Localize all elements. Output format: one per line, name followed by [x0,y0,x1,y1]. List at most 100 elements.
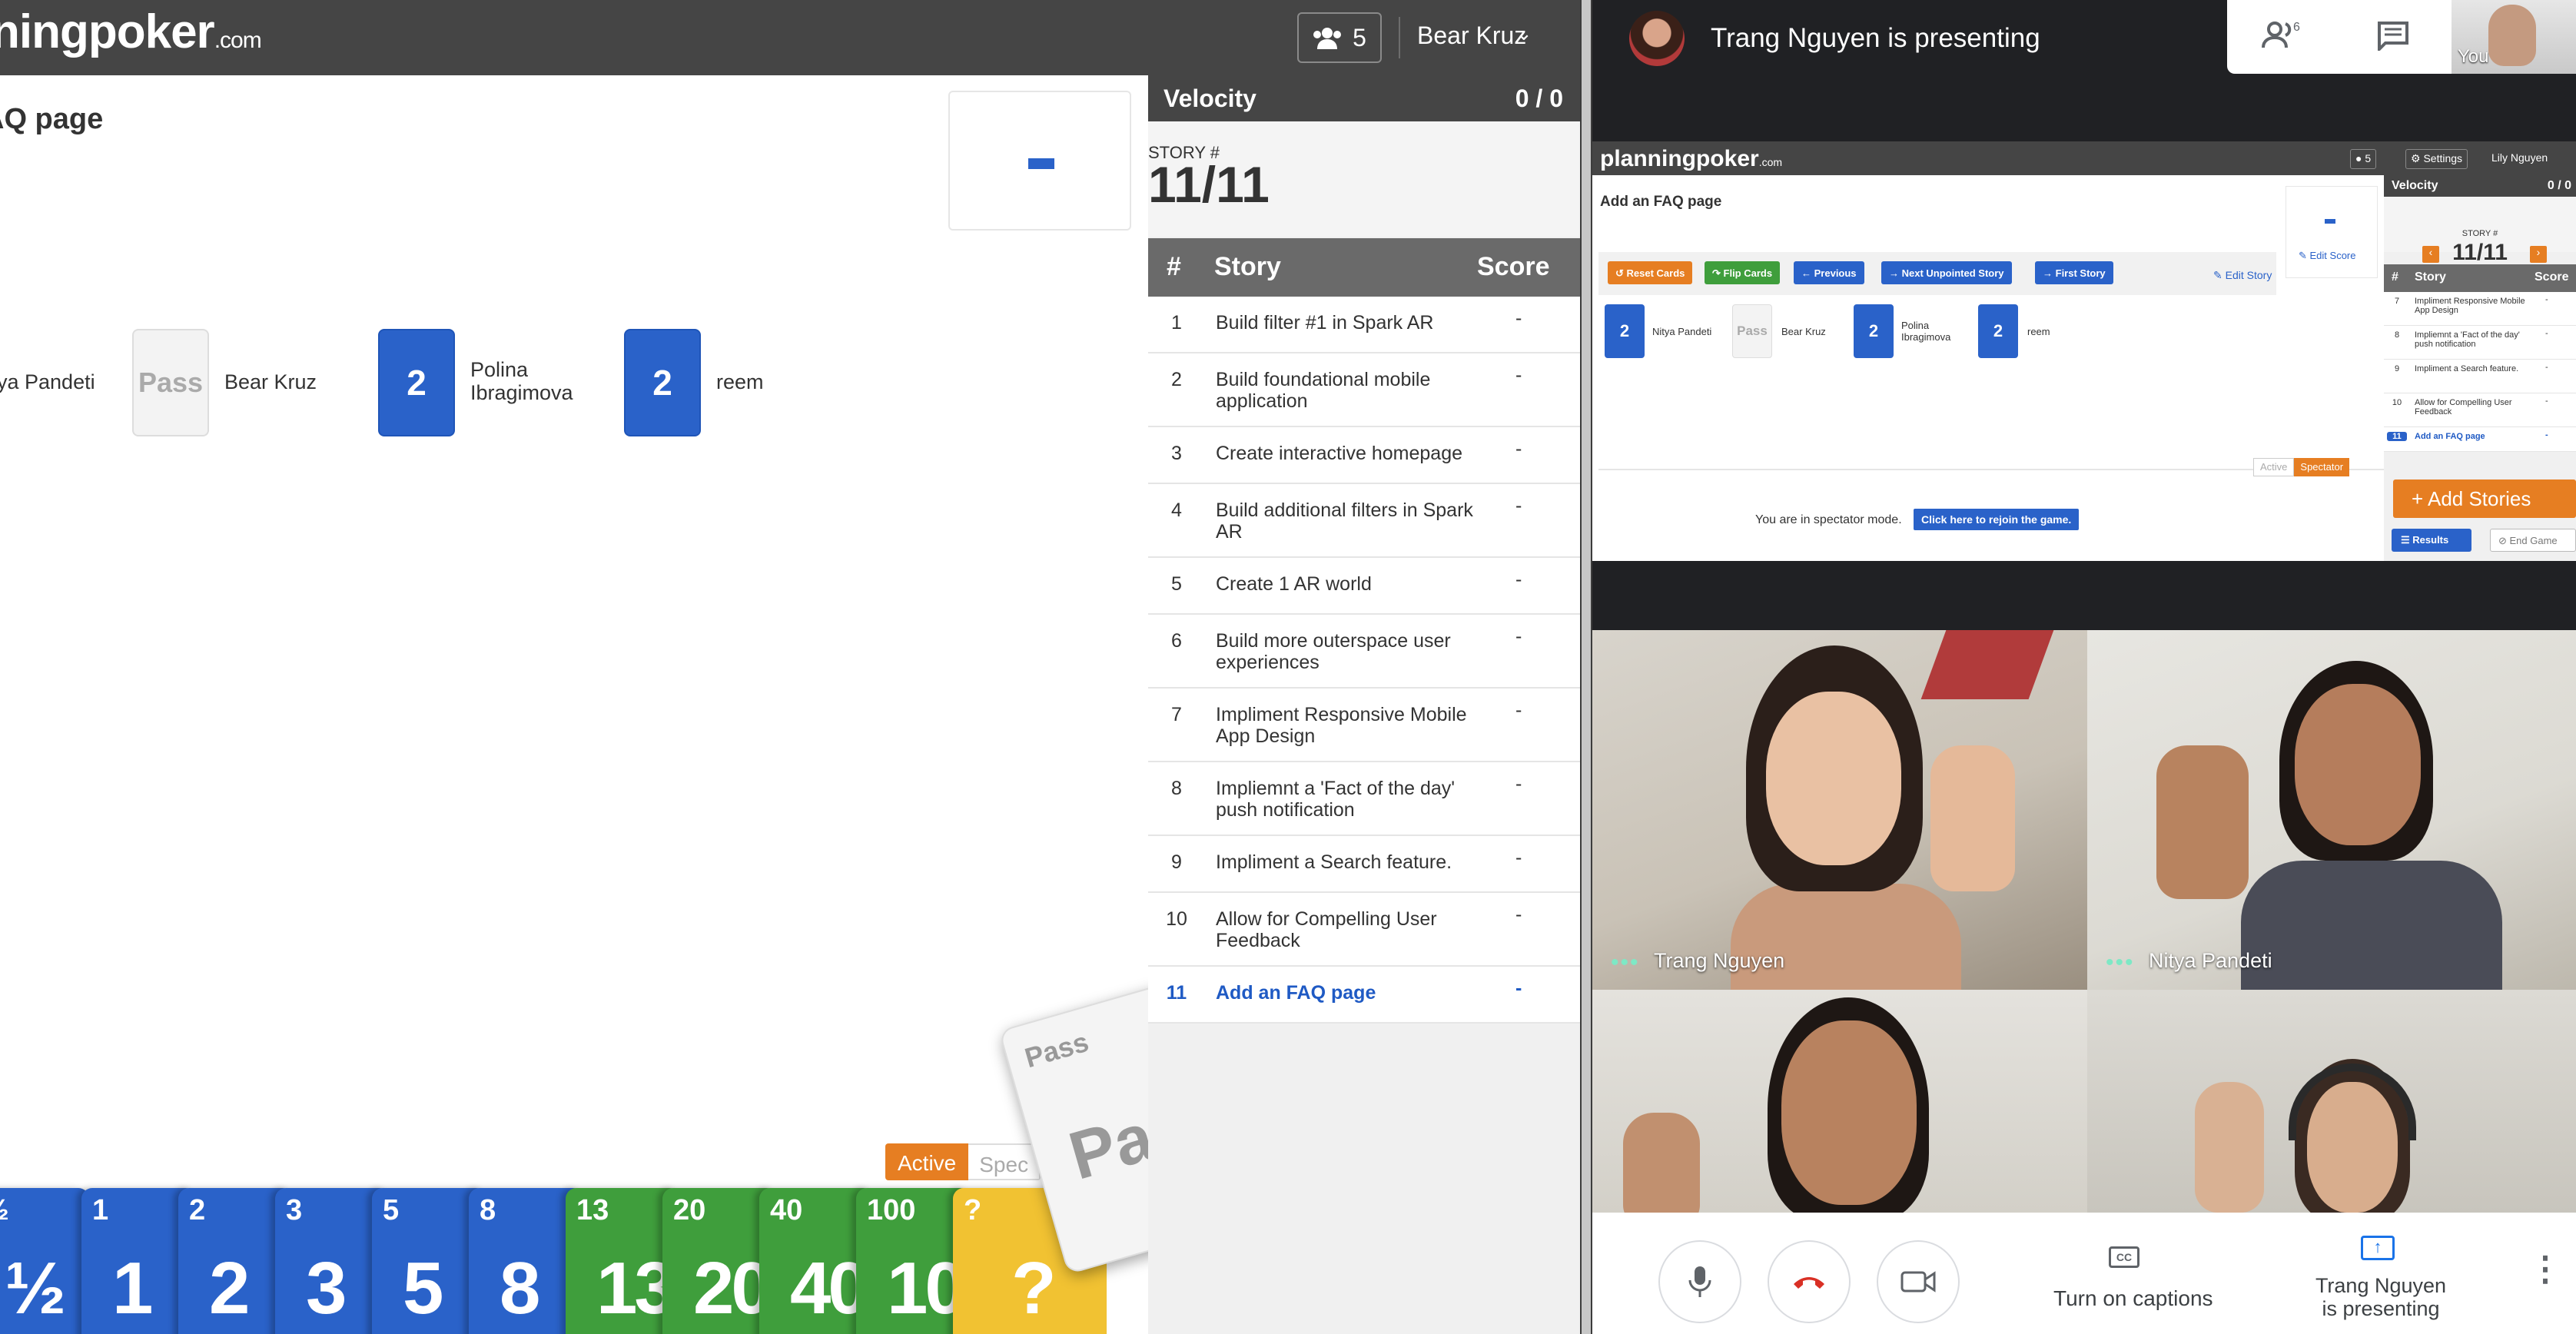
mode-toggle[interactable]: Active Spec [885,1143,1041,1180]
velocity-bar: Velocity 0 / 0 [1148,75,1580,121]
present-screen-icon[interactable]: ↑ [2361,1236,2395,1260]
shared-story-number: ‹ STORY # 11/11 › [2384,197,2576,265]
people-icon[interactable]: 6 [2261,20,2307,54]
story-row[interactable]: 7 Impliment Responsive Mobile App Design - [1148,689,1580,762]
player-name: Bear Kruz [224,370,317,393]
participant-tile[interactable]: ••• Trang Nguyen [1592,630,2087,990]
phone-hangup-icon [1794,1277,1824,1289]
participant-tile[interactable] [2087,990,2576,1213]
shared-player-card: 2 [1605,304,1645,358]
reset-cards-button: ↺ Reset Cards [1608,261,1693,284]
shared-story-row: 10 Allow for Compelling User Feedback - [2384,393,2576,427]
player-card: Pass [132,329,209,436]
header-num: # [1167,252,1181,281]
chat-icon[interactable] [2376,20,2415,54]
velocity-value: 0 / 0 [1515,85,1563,112]
shared-player-name: Nitya Pandeti [1652,326,1712,337]
story-title: AQ page [0,103,104,135]
shared-player-name: Polina Ibragimova [1901,320,1951,343]
header-story: Story [1214,252,1281,281]
chevron-down-icon[interactable]: ⌄ [1515,22,1532,45]
captions-button[interactable]: Turn on captions [2053,1286,2213,1311]
flip-cards-button: ↷ Flip Cards [1705,261,1781,284]
story-row[interactable]: 1 Build filter #1 in Spark AR - [1148,297,1580,353]
shared-story-row: 8 Impliemnt a 'Fact of the day' push noti… [2384,326,2576,360]
shared-story-row: 7 Impliment Responsive Mobile App Design - [2384,292,2576,326]
deck-card[interactable]: ½½ [0,1188,89,1334]
shared-player-name: Bear Kruz [1781,326,1826,337]
velocity-label: Velocity [1164,85,1256,112]
active-mode-button[interactable]: Active [885,1143,969,1180]
score-dash [1028,158,1054,169]
shared-story-row: 9 Impliment a Search feature. - [2384,360,2576,393]
shared-mode-toggle: Active Spectator [2253,458,2350,476]
logo[interactable]: ningpoker.com [0,5,262,59]
shared-story-table-header: # Story Score [2384,264,2576,292]
player-card: 2 [624,329,701,436]
more-options-icon[interactable]: ⋮ [2528,1249,2562,1289]
shared-score-dash [2325,219,2335,224]
players-count: 5 [1353,23,1366,51]
shared-sidebar: Velocity 0 / 0 ‹ STORY # 11/11 › # Story… [2384,175,2576,561]
story-row[interactable]: 10 Allow for Compelling User Feedback - [1148,893,1580,967]
participant-tile[interactable] [1592,990,2087,1213]
story-row[interactable]: 9 Impliment a Search feature. - [1148,836,1580,893]
planning-poker-app: ningpoker.com 5 Bear Kruz ⌄ AQ page ya P… [0,0,1580,1334]
shared-user-menu: Lily Nguyen [2491,151,2548,164]
score-box [948,91,1131,231]
presenting-status[interactable]: Trang Nguyen is presenting [2312,1274,2450,1320]
chevron-right-icon: › [2530,246,2547,263]
captions-icon[interactable]: CC [2109,1246,2139,1268]
shared-app-header: planningpoker.com ● 5 ⚙ Settings Lily Ng… [1592,141,2576,175]
microphone-button[interactable] [1658,1240,1741,1323]
story-row[interactable]: 8 Impliemnt a 'Fact of the day' push noti… [1148,762,1580,836]
shared-score-box: ✎ Edit Score [2286,186,2378,278]
participant-name: Trang Nguyen [1654,949,1785,972]
avatar [1629,11,1685,66]
shared-players-button: ● 5 [2350,149,2377,169]
participant-tile[interactable]: ••• Nitya Pandeti [2087,630,2576,990]
user-menu[interactable]: Bear Kruz [1417,22,1526,50]
header-score: Score [1477,252,1550,281]
presenting-banner: Trang Nguyen is presenting [1711,23,2040,53]
hang-up-button[interactable] [1768,1240,1851,1323]
spectator-message: You are in spectator mode. [1755,513,1902,526]
shared-screen: planningpoker.com ● 5 ⚙ Settings Lily Ng… [1592,141,2576,561]
story-number-value: 11/11 [1148,156,1270,213]
audio-indicator-icon: ••• [1611,950,1640,975]
meet-top-bar: Trang Nguyen is presenting 6 You [1592,0,2576,77]
shared-settings-button: ⚙ Settings [2405,149,2468,169]
player-card: 2 [378,329,455,436]
self-video-tile[interactable]: You [2452,0,2576,74]
story-row[interactable]: 6 Build more outerspace user experiences - [1148,615,1580,689]
shared-player-name: reem [2027,326,2050,337]
users-icon [1313,28,1342,49]
player-name: Polina Ibragimova [470,358,573,404]
hidden-window-strip [1582,0,1591,1334]
shared-logo: planningpoker.com [1600,146,1783,171]
story-table-header: # Story Score [1148,238,1580,297]
player-name: reem [716,370,764,393]
people-count: 6 [2293,21,2300,34]
next-unpointed-story-button: → Next Unpointed Story [1881,261,2012,284]
shared-player-card: 2 [1854,304,1894,358]
camera-button[interactable] [1877,1240,1960,1323]
story-table: # Story Score 1 Build filter #1 in Spark … [1148,238,1580,1024]
shared-player-card: 2 [1978,304,2018,358]
self-label: You [2458,46,2489,67]
meet-control-bar: CC Turn on captions ↑ Trang Nguyen is pr… [1592,1213,2576,1334]
story-row[interactable]: 5 Create 1 AR world - [1148,558,1580,615]
story-row[interactable]: 3 Create interactive homepage - [1148,427,1580,484]
spectator-mode-button[interactable]: Spec [968,1143,1041,1180]
microphone-icon [1688,1266,1711,1297]
shared-button-bar: ↺ Reset Cards ↷ Flip Cards ← Previous → … [1598,252,2276,295]
edit-score-link: ✎ Edit Score [2299,250,2356,261]
meet-window: Trang Nguyen is presenting 6 You plannin… [1592,0,2576,1334]
shared-story-title: Add an FAQ page [1600,194,1722,210]
story-row-active[interactable]: 11 Add an FAQ page - [1148,967,1580,1024]
story-row[interactable]: 4 Build additional filters in Spark AR - [1148,484,1580,558]
audio-indicator-icon: ••• [2106,950,2135,975]
participant-name: Nitya Pandeti [2149,949,2272,972]
players-button[interactable]: 5 [1297,12,1382,63]
story-row[interactable]: 2 Build foundational mobile application - [1148,353,1580,427]
